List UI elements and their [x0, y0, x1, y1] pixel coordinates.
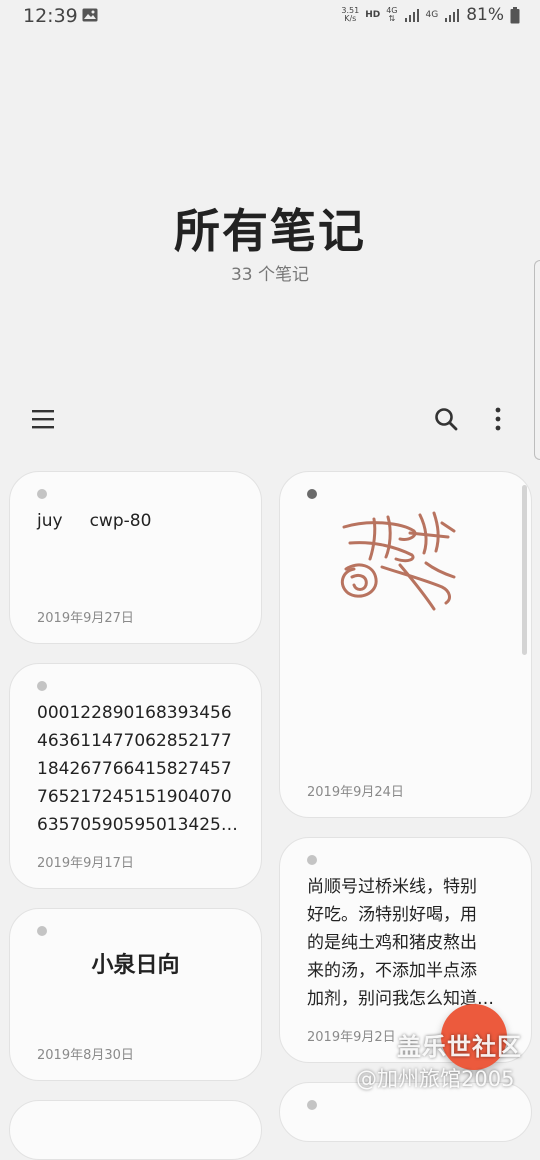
watermark-community: 盖乐世社区	[397, 1033, 522, 1061]
note-status-dot	[307, 489, 317, 499]
net-speed: 3.51 K/s	[341, 6, 360, 23]
note-card[interactable]: juy cwp-80 2019年9月27日	[9, 471, 262, 644]
status-time: 12:39	[23, 5, 78, 27]
note-text: juy cwp-80	[37, 511, 152, 531]
net-4g-a: 4G ⇅	[386, 6, 398, 23]
note-text: 000122890168393456 463611477062852177 18…	[37, 703, 238, 835]
note-card-handwriting[interactable]: 2019年9月24日	[279, 471, 532, 818]
note-card[interactable]: 000122890168393456 463611477062852177 18…	[9, 663, 262, 889]
status-icons: 3.51 K/s HD 4G ⇅ 4G 81%	[341, 5, 520, 25]
note-date: 2019年8月30日	[37, 1048, 134, 1063]
note-text: 尚顺号过桥米线，特别 好吃。汤特别好喝，用 的是纯土鸡和猪皮熬出 来的汤，不添加…	[307, 877, 494, 1009]
battery-percent: 81%	[466, 5, 504, 25]
note-card[interactable]: 小泉日向 2019年8月30日	[9, 908, 262, 1081]
hd-label: HD	[365, 10, 381, 20]
note-date: 2019年9月27日	[37, 611, 134, 626]
status-bar: 12:39 3.51 K/s HD 4G ⇅ 4G 81%	[0, 0, 540, 34]
note-status-dot	[37, 926, 47, 936]
signal-icon-2	[445, 9, 460, 22]
note-status-dot	[307, 1100, 317, 1110]
more-options-button[interactable]	[478, 399, 518, 439]
page-title: 所有笔记	[174, 204, 366, 258]
menu-icon	[32, 410, 54, 429]
note-date: 2019年9月2日	[307, 1030, 396, 1045]
note-title: 小泉日向	[91, 953, 180, 978]
more-vert-icon	[495, 407, 501, 431]
edge-panel-handle[interactable]	[534, 260, 540, 460]
battery-icon	[510, 6, 520, 23]
scrollbar-thumb[interactable]	[522, 485, 527, 655]
signal-icon	[404, 9, 419, 22]
search-icon	[435, 408, 458, 431]
note-status-dot	[37, 489, 47, 499]
note-date: 2019年9月24日	[307, 785, 404, 800]
note-count: 33 个笔记	[230, 265, 310, 285]
note-card-partial[interactable]	[9, 1100, 262, 1160]
note-status-dot	[307, 855, 317, 865]
watermark-author: @加州旅馆2005	[356, 1067, 515, 1091]
search-button[interactable]	[426, 399, 466, 439]
menu-button[interactable]	[23, 399, 63, 439]
gallery-notification-icon	[82, 8, 98, 22]
handwriting-drawing	[340, 511, 456, 611]
note-date: 2019年9月17日	[37, 856, 134, 871]
note-status-dot	[37, 681, 47, 691]
net-4g-b: 4G	[425, 10, 439, 20]
